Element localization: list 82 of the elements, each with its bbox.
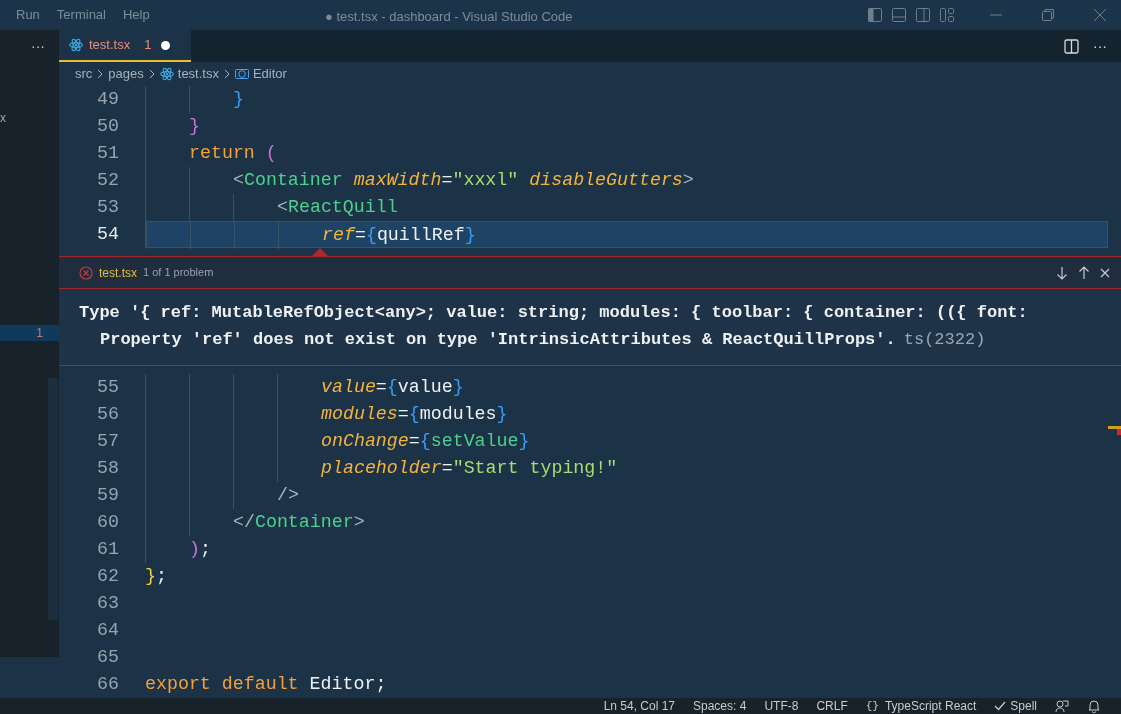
code-line: </Container> bbox=[145, 509, 1108, 536]
breadcrumb-item[interactable]: src bbox=[75, 64, 93, 84]
explorer-item[interactable]: x bbox=[0, 110, 59, 126]
status-item[interactable]: UTF-8 bbox=[764, 697, 799, 714]
code-line: } bbox=[145, 113, 1108, 140]
error-message: Type '{ ref: MutableRefObject<any>; value: string; modules: { toolbar: { container: (({ font: bbox=[79, 302, 1028, 324]
check-icon bbox=[994, 700, 1007, 712]
code-line: placeholder="Start typing!" bbox=[145, 455, 1108, 482]
split-editor-icon[interactable] bbox=[1064, 38, 1079, 54]
code-line: } bbox=[145, 86, 1108, 113]
error-code: ts(2322) bbox=[903, 329, 986, 351]
code-line: /> bbox=[145, 482, 1108, 509]
line-number: 55 bbox=[96, 376, 119, 399]
grid-layout-icon[interactable] bbox=[939, 7, 955, 23]
line-number: 65 bbox=[96, 646, 119, 669]
split-layout-icon[interactable] bbox=[915, 7, 931, 23]
code-line: ); bbox=[145, 536, 1108, 563]
spell-check-status[interactable]: Spell bbox=[1010, 697, 1037, 714]
code-line: value={value} bbox=[145, 374, 1108, 401]
sidebar-layout-icon[interactable] bbox=[867, 7, 883, 23]
error-detail: Property 'ref' does not exist on type 'IntrinsicAttributes & ReactQuillProps'. bbox=[100, 329, 896, 351]
close-icon[interactable] bbox=[1099, 266, 1111, 279]
error-marker bbox=[1117, 429, 1121, 435]
arrow-up-icon[interactable] bbox=[1077, 265, 1091, 280]
problem-file: test.tsx bbox=[99, 264, 137, 282]
breadcrumb-item[interactable]: pages bbox=[108, 64, 144, 84]
people-icon[interactable] bbox=[1055, 699, 1069, 713]
line-number: 53 bbox=[96, 196, 119, 219]
line-number: 62 bbox=[96, 565, 119, 588]
explorer-item[interactable]: 1 bbox=[0, 325, 59, 341]
menu-item[interactable]: Help bbox=[123, 5, 150, 25]
arrow-down-icon[interactable] bbox=[1055, 265, 1069, 280]
line-number: 49 bbox=[96, 88, 119, 111]
panel-background bbox=[0, 657, 59, 698]
line-number: 59 bbox=[96, 484, 119, 507]
bell-icon[interactable] bbox=[1087, 699, 1101, 713]
symbol-icon bbox=[234, 67, 249, 81]
window-title: ● test.tsx - dashboard - Visual Studio Code bbox=[325, 8, 573, 26]
problem-count: 1 of 1 problem bbox=[143, 265, 214, 281]
language-mode[interactable]: TypeScript React bbox=[884, 697, 977, 714]
line-number: 56 bbox=[96, 403, 119, 426]
chevron-icon bbox=[222, 69, 231, 79]
line-number: 64 bbox=[96, 619, 119, 642]
react-icon bbox=[69, 38, 83, 52]
line-number: 51 bbox=[96, 142, 119, 165]
tab-label: test.tsx bbox=[89, 36, 131, 55]
menu-item[interactable]: Run bbox=[16, 5, 40, 25]
line-number: 66 bbox=[96, 673, 119, 696]
scrollbar-thumb[interactable] bbox=[48, 378, 58, 620]
line-number: 52 bbox=[96, 169, 119, 192]
error-icon bbox=[79, 265, 93, 280]
braces-icon: {} bbox=[865, 697, 879, 714]
editor-tab[interactable]: test.tsx 1 bbox=[59, 30, 191, 62]
line-number: 63 bbox=[96, 592, 119, 615]
code-line: }; bbox=[145, 565, 168, 588]
line-number: 54 bbox=[96, 223, 119, 246]
chevron-icon bbox=[96, 69, 105, 79]
react-icon bbox=[159, 67, 174, 81]
line-number: 57 bbox=[96, 430, 119, 453]
line-number: 61 bbox=[96, 538, 119, 561]
status-item[interactable]: Ln 54, Col 17 bbox=[603, 697, 675, 714]
menu-item[interactable]: Terminal bbox=[56, 5, 106, 25]
code-line: <Container maxWidth="xxxl" disableGutters> bbox=[145, 167, 1108, 194]
chevron-icon bbox=[147, 69, 156, 79]
problem-count: 1 bbox=[144, 36, 152, 55]
status-item[interactable]: Spaces: 4 bbox=[693, 697, 747, 714]
more-icon[interactable]: ··· bbox=[31, 39, 45, 53]
line-number: 60 bbox=[96, 511, 119, 534]
code-line: export default Editor; bbox=[145, 673, 388, 696]
peek-pointer-icon bbox=[312, 248, 328, 256]
breadcrumb-item[interactable]: Editor bbox=[252, 64, 287, 84]
more-icon[interactable]: ··· bbox=[1093, 39, 1107, 53]
code-line: return ( bbox=[145, 140, 1108, 167]
breadcrumb-item[interactable]: test.tsx bbox=[177, 64, 219, 84]
warning-marker bbox=[1108, 426, 1121, 429]
line-number: 58 bbox=[96, 457, 119, 480]
code-line: modules={modules} bbox=[145, 401, 1108, 428]
restore-icon[interactable] bbox=[1041, 8, 1055, 22]
line-number: 50 bbox=[96, 115, 119, 138]
status-item[interactable]: CRLF bbox=[816, 697, 848, 714]
panel-layout-icon[interactable] bbox=[891, 7, 907, 23]
code-line: onChange={setValue} bbox=[145, 428, 1108, 455]
